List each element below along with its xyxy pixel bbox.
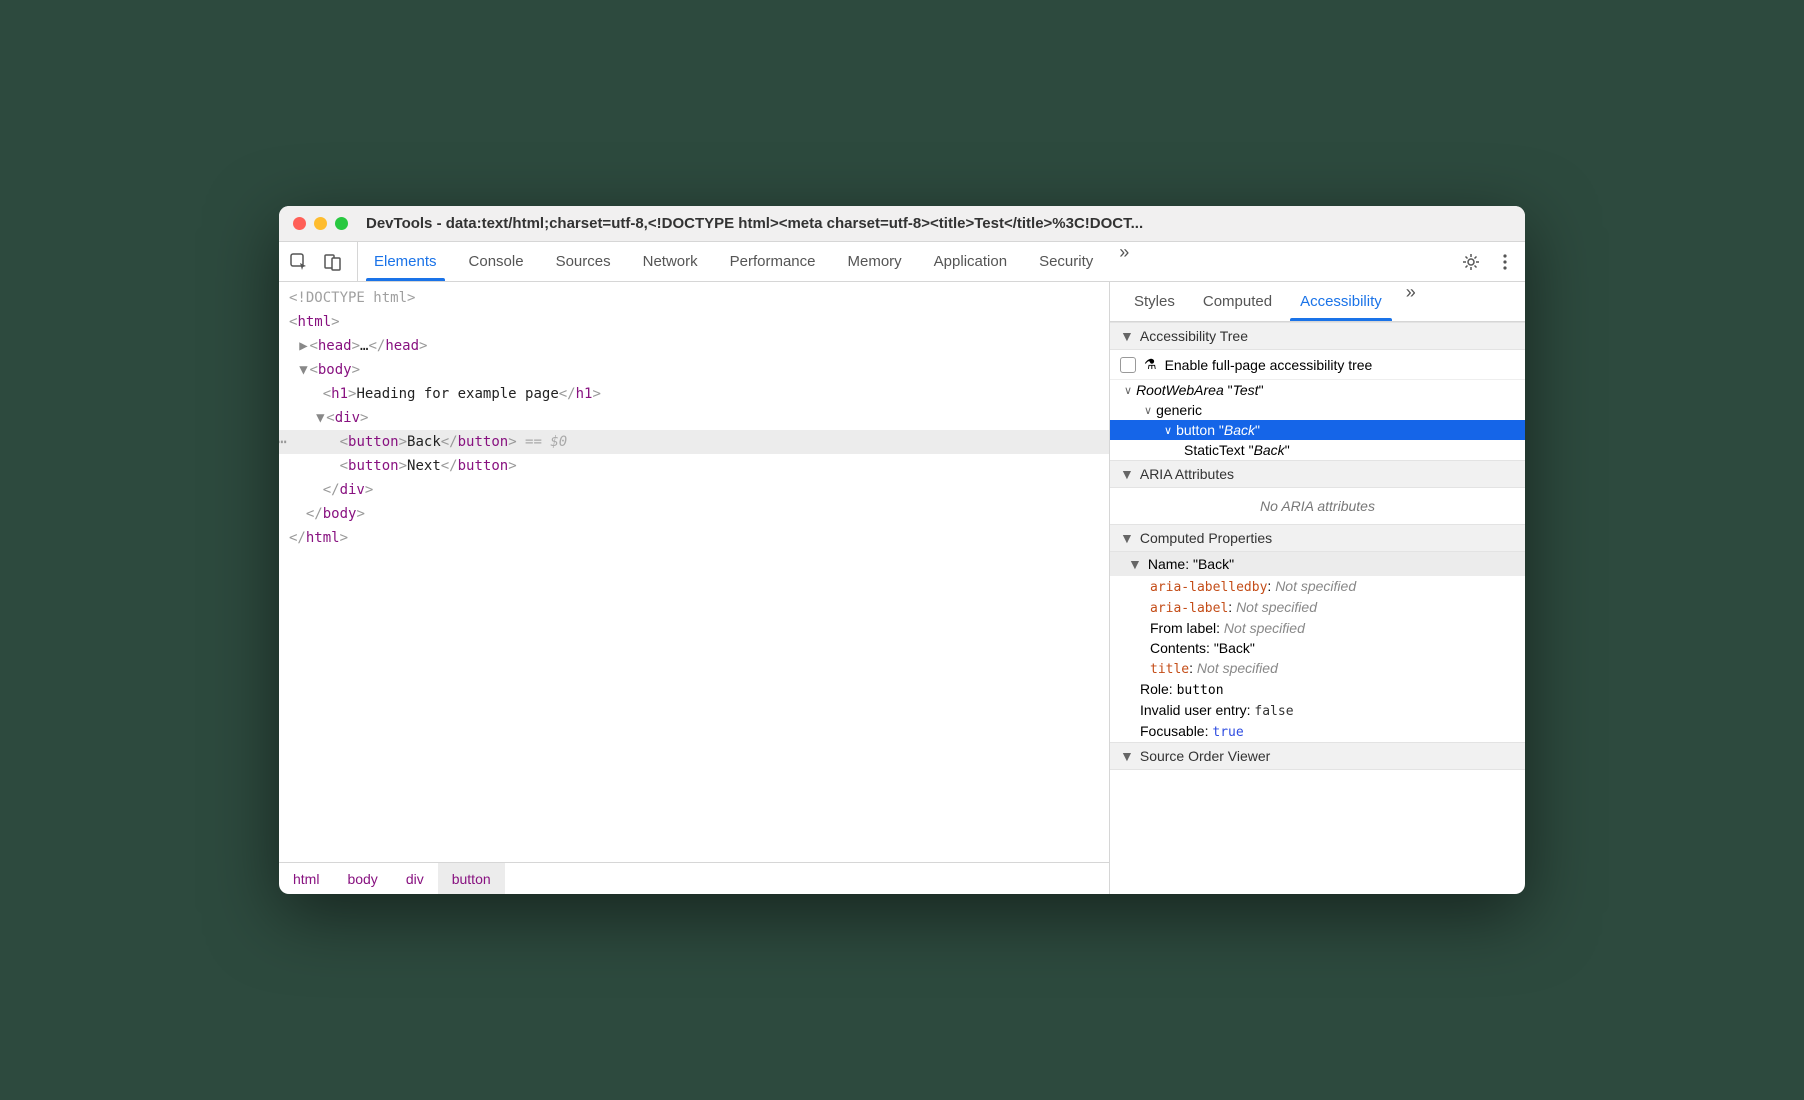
dom-body-close[interactable]: </body> <box>279 502 1109 526</box>
section-computed[interactable]: ▼Computed Properties <box>1110 524 1525 552</box>
dom-h1[interactable]: <h1>Heading for example page</h1> <box>279 382 1109 406</box>
side-more-icon[interactable]: » <box>1396 282 1426 321</box>
settings-icon[interactable] <box>1461 252 1481 272</box>
prop-aria-label: aria-label: Not specified <box>1110 597 1525 618</box>
flask-icon: ⚗ <box>1144 356 1157 373</box>
tab-sources[interactable]: Sources <box>540 242 627 281</box>
side-tab-styles[interactable]: Styles <box>1120 282 1189 321</box>
titlebar: DevTools - data:text/html;charset=utf-8,… <box>279 206 1525 242</box>
tab-application[interactable]: Application <box>918 242 1023 281</box>
side-tabs: Styles Computed Accessibility » <box>1110 282 1525 322</box>
tab-performance[interactable]: Performance <box>714 242 832 281</box>
prop-focusable: Focusable: true <box>1110 721 1525 742</box>
section-source-order[interactable]: ▼Source Order Viewer <box>1110 742 1525 770</box>
device-toggle-icon[interactable] <box>323 252 343 272</box>
tab-memory[interactable]: Memory <box>832 242 918 281</box>
tab-network[interactable]: Network <box>627 242 714 281</box>
more-tabs-icon[interactable]: » <box>1109 242 1139 281</box>
dom-head[interactable]: ▶<head>…</head> <box>279 334 1109 358</box>
enable-full-page-tree[interactable]: ⚗ Enable full-page accessibility tree <box>1110 350 1525 380</box>
dom-button-next[interactable]: <button>Next</button> <box>279 454 1109 478</box>
section-aria[interactable]: ▼ARIA Attributes <box>1110 460 1525 488</box>
enable-label: Enable full-page accessibility tree <box>1165 357 1373 373</box>
breadcrumb: html body div button <box>279 862 1109 894</box>
a11y-button[interactable]: ∨button "Back" <box>1110 420 1525 440</box>
minimize-icon[interactable] <box>314 217 327 230</box>
dom-div-open[interactable]: ▼<div> <box>279 406 1109 430</box>
content-area: <!DOCTYPE html> <html> ▶<head>…</head> ▼… <box>279 282 1525 894</box>
computed-name[interactable]: ▼Name: "Back" <box>1110 552 1525 576</box>
maximize-icon[interactable] <box>335 217 348 230</box>
main-toolbar: Elements Console Sources Network Perform… <box>279 242 1525 282</box>
a11y-generic[interactable]: ∨generic <box>1110 400 1525 420</box>
side-tab-accessibility[interactable]: Accessibility <box>1286 282 1396 321</box>
prop-aria-labelledby: aria-labelledby: Not specified <box>1110 576 1525 597</box>
section-accessibility-tree[interactable]: ▼Accessibility Tree <box>1110 322 1525 350</box>
a11y-static-text[interactable]: StaticText "Back" <box>1110 440 1525 460</box>
dom-html-open[interactable]: <html> <box>279 310 1109 334</box>
dom-div-close[interactable]: </div> <box>279 478 1109 502</box>
side-tab-computed[interactable]: Computed <box>1189 282 1286 321</box>
prop-contents: Contents: "Back" <box>1110 638 1525 658</box>
prop-title: title: Not specified <box>1110 658 1525 679</box>
tab-elements[interactable]: Elements <box>358 242 453 281</box>
main-tabs: Elements Console Sources Network Perform… <box>358 242 1451 281</box>
aria-empty: No ARIA attributes <box>1110 488 1525 524</box>
dom-html-close[interactable]: </html> <box>279 526 1109 550</box>
close-icon[interactable] <box>293 217 306 230</box>
dom-body-open[interactable]: ▼<body> <box>279 358 1109 382</box>
checkbox-icon[interactable] <box>1120 357 1136 373</box>
traffic-lights <box>293 217 348 230</box>
tab-console[interactable]: Console <box>453 242 540 281</box>
window-title: DevTools - data:text/html;charset=utf-8,… <box>366 215 1511 232</box>
crumb-html[interactable]: html <box>279 863 333 894</box>
inspect-icon[interactable] <box>289 252 309 272</box>
crumb-button[interactable]: button <box>438 863 505 894</box>
tab-security[interactable]: Security <box>1023 242 1109 281</box>
dom-tree[interactable]: <!DOCTYPE html> <html> ▶<head>…</head> ▼… <box>279 282 1109 862</box>
prop-from-label: From label: Not specified <box>1110 618 1525 638</box>
kebab-menu-icon[interactable] <box>1495 252 1515 272</box>
a11y-root[interactable]: ∨RootWebArea "Test" <box>1110 380 1525 400</box>
dom-button-back[interactable]: <button>Back</button> == $0 <box>279 430 1109 454</box>
side-panel: Styles Computed Accessibility » ▼Accessi… <box>1110 282 1525 894</box>
prop-invalid: Invalid user entry: false <box>1110 700 1525 721</box>
elements-panel: <!DOCTYPE html> <html> ▶<head>…</head> ▼… <box>279 282 1110 894</box>
devtools-window: DevTools - data:text/html;charset=utf-8,… <box>279 206 1525 894</box>
dom-doctype[interactable]: <!DOCTYPE html> <box>279 286 1109 310</box>
prop-role: Role: button <box>1110 679 1525 700</box>
crumb-body[interactable]: body <box>333 863 391 894</box>
crumb-div[interactable]: div <box>392 863 438 894</box>
